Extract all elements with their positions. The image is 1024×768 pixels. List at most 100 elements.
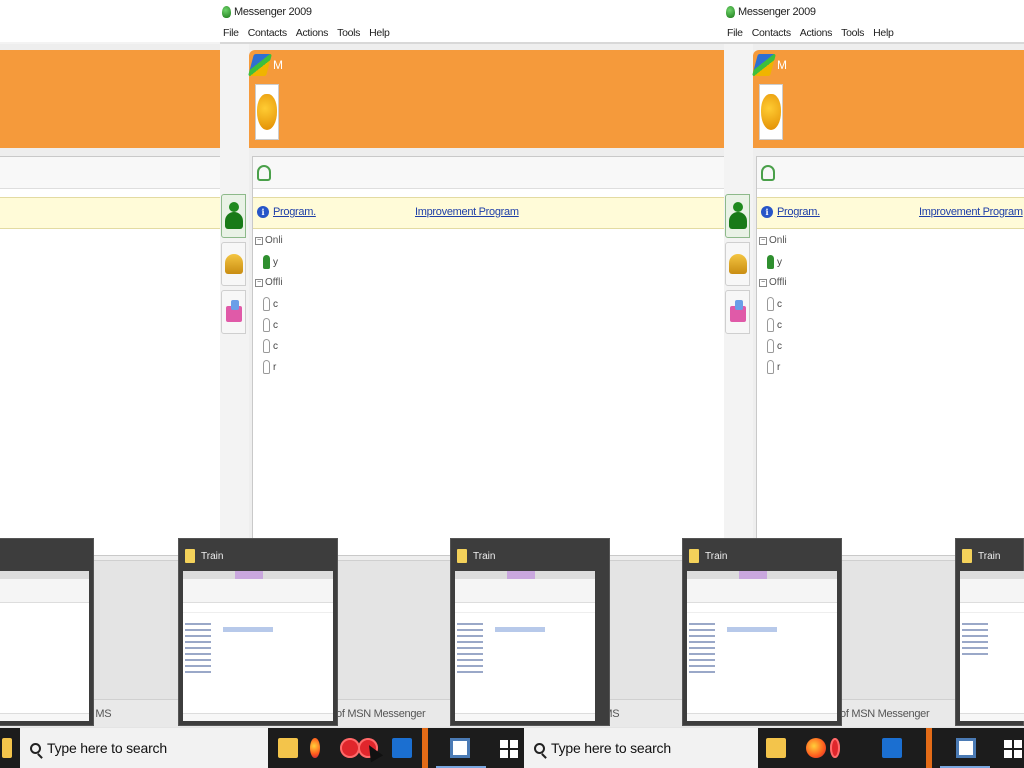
ribbon xyxy=(687,579,837,603)
add-contact-icon[interactable] xyxy=(761,165,775,181)
menu-file[interactable]: File xyxy=(223,27,239,39)
contact-name: c xyxy=(777,319,782,331)
ribbon-tabs xyxy=(960,571,1024,579)
file-row xyxy=(495,627,545,632)
contact-name: c xyxy=(777,340,782,352)
navigation-pane xyxy=(457,619,491,709)
contact-row[interactable]: c xyxy=(767,297,782,311)
contact-row[interactable]: c xyxy=(263,318,278,332)
ribbon-active-tab xyxy=(739,571,767,579)
status-strip xyxy=(687,713,837,721)
status-strip xyxy=(183,713,333,721)
search-strip xyxy=(253,157,726,189)
collapse-icon[interactable]: − xyxy=(255,278,263,287)
improvement-program-link[interactable]: Improvement Program xyxy=(415,206,519,218)
app-indicator xyxy=(926,728,932,768)
thumbnail-title: Train xyxy=(457,547,495,565)
file-explorer-icon[interactable] xyxy=(766,738,786,758)
offline-buddy-icon xyxy=(263,318,270,332)
group-offline-label: Offli xyxy=(769,277,787,288)
screen: of MS Messenger 2009 File Contacts Actio… xyxy=(0,0,1024,768)
contact-row[interactable]: c xyxy=(767,339,782,353)
explorer-thumbnail[interactable]: Train xyxy=(178,538,338,726)
contact-row[interactable]: y xyxy=(263,255,278,269)
ribbon xyxy=(183,579,333,603)
tab-alerts[interactable] xyxy=(725,242,750,286)
tab-gifts[interactable] xyxy=(725,290,750,334)
group-online[interactable]: − Onli xyxy=(255,235,283,246)
video-app-icon[interactable] xyxy=(882,738,902,758)
menu-bar: File Contacts Actions Tools Help xyxy=(724,24,1024,42)
menu-help[interactable]: Help xyxy=(369,27,390,39)
program-link[interactable]: Program. xyxy=(777,206,820,218)
menu-bar: File Contacts Actions Tools Help xyxy=(220,24,726,42)
ribbon-active-tab xyxy=(235,571,263,579)
banner-text: M xyxy=(273,58,283,72)
collapse-icon[interactable]: − xyxy=(759,236,767,245)
info-icon: i xyxy=(257,206,269,218)
taskbar-search[interactable]: Type here to search xyxy=(524,728,758,768)
thumbnail-title: Train xyxy=(185,547,223,565)
thumbnail-preview xyxy=(455,571,595,721)
video-app-icon[interactable] xyxy=(392,738,412,758)
group-offline[interactable]: − Offli xyxy=(759,277,787,288)
explorer-thumbnail[interactable]: Train xyxy=(450,538,610,726)
menu-contacts[interactable]: Contacts xyxy=(752,27,791,39)
collapse-icon[interactable]: − xyxy=(759,278,767,287)
thumbnail-preview xyxy=(0,571,89,721)
explorer-thumbnail[interactable] xyxy=(0,538,94,726)
add-contact-icon[interactable] xyxy=(257,165,271,181)
contact-row[interactable]: y xyxy=(767,255,782,269)
improvement-program-link[interactable]: Improvement Program xyxy=(919,206,1023,218)
explorer-thumbnail[interactable]: Train xyxy=(955,538,1024,726)
thumbnail-preview xyxy=(183,571,333,721)
menu-actions[interactable]: Actions xyxy=(296,27,329,39)
tab-alerts[interactable] xyxy=(221,242,246,286)
contact-name: y xyxy=(273,256,278,268)
group-offline[interactable]: − Offli xyxy=(255,277,283,288)
contact-row[interactable]: c xyxy=(263,297,278,311)
firefox-icon[interactable] xyxy=(806,738,826,758)
firefox-icon[interactable] xyxy=(310,738,320,758)
recorder-icon[interactable] xyxy=(340,738,360,758)
menu-tools[interactable]: Tools xyxy=(841,27,864,39)
contact-row[interactable]: c xyxy=(767,318,782,332)
avatar[interactable] xyxy=(255,84,279,140)
windows-start-icon[interactable] xyxy=(1004,740,1022,758)
title-bar xyxy=(0,0,220,24)
contact-name: c xyxy=(777,298,782,310)
messenger-app-icon xyxy=(222,6,231,18)
program-link[interactable]: Program. xyxy=(273,206,316,218)
collapse-icon[interactable]: − xyxy=(255,236,263,245)
menu-contacts[interactable]: Contacts xyxy=(248,27,287,39)
orange-banner xyxy=(0,50,220,148)
menu-actions[interactable]: Actions xyxy=(800,27,833,39)
thumbnail-title: Train xyxy=(962,547,1000,565)
info-bar: i Program. Improvement Program xyxy=(253,197,726,229)
recorder-icon[interactable] xyxy=(830,738,840,758)
tab-contacts[interactable] xyxy=(725,194,750,238)
offline-buddy-icon xyxy=(263,360,270,374)
contact-row[interactable]: c xyxy=(263,339,278,353)
menu-bar xyxy=(0,24,220,42)
contact-row[interactable]: r xyxy=(767,360,780,374)
group-online[interactable]: − Onli xyxy=(759,235,787,246)
tab-contacts[interactable] xyxy=(221,194,246,238)
taskbar-search[interactable]: Type here to search xyxy=(20,728,268,768)
explorer-thumbnail[interactable]: Train xyxy=(682,538,842,726)
contact-row[interactable]: r xyxy=(263,360,276,374)
info-bar: i Program. Improvement Program xyxy=(757,197,1024,229)
windows-start-icon[interactable] xyxy=(500,740,518,758)
title-bar: Messenger 2009 xyxy=(724,0,1024,24)
file-explorer-icon[interactable] xyxy=(2,738,12,758)
avatar[interactable] xyxy=(759,84,783,140)
contact-list-area xyxy=(0,156,220,556)
search-icon xyxy=(30,742,41,754)
reader-app-icon[interactable] xyxy=(450,738,470,758)
reader-app-icon[interactable] xyxy=(956,738,976,758)
tab-gifts[interactable] xyxy=(221,290,246,334)
file-explorer-icon[interactable] xyxy=(278,738,298,758)
menu-tools[interactable]: Tools xyxy=(337,27,360,39)
menu-help[interactable]: Help xyxy=(873,27,894,39)
menu-file[interactable]: File xyxy=(727,27,743,39)
